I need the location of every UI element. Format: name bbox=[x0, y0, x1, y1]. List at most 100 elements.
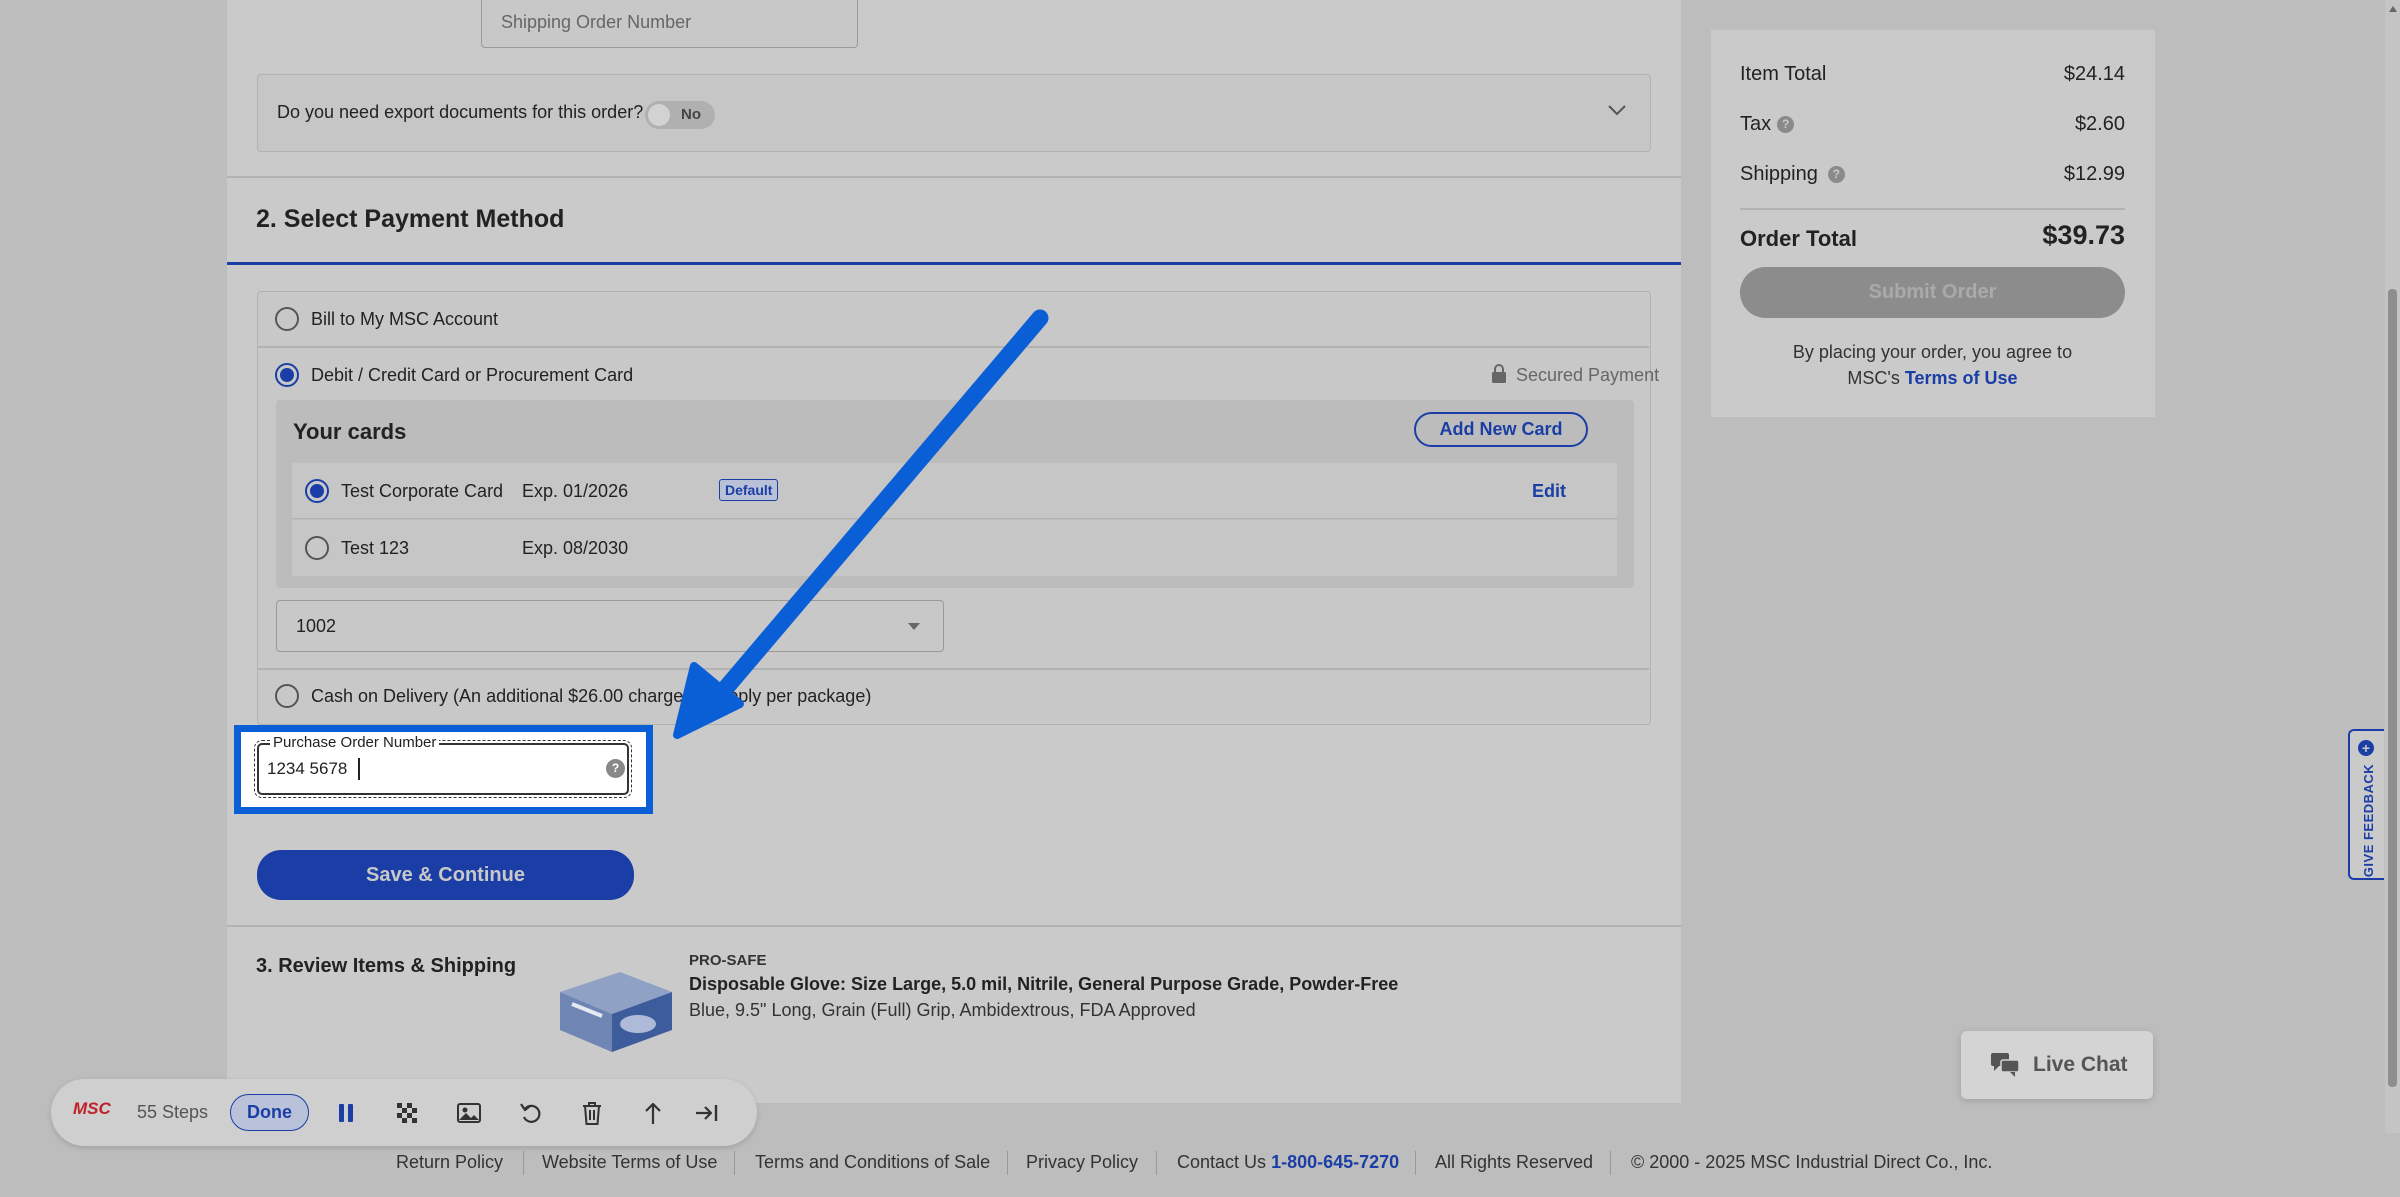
your-cards-title: Your cards bbox=[293, 419, 407, 444]
card-payment-label[interactable]: Debit / Credit Card or Procurement Card bbox=[311, 365, 633, 386]
help-icon[interactable]: ? bbox=[1827, 166, 1845, 184]
caret-down-icon bbox=[908, 623, 920, 630]
shipping-value: $12.99 bbox=[2063, 163, 2125, 185]
purchase-order-value: 1234 5678 bbox=[267, 759, 348, 778]
footer-copyright: © 2000 - 2025 MSC Industrial Direct Co.,… bbox=[1631, 1152, 1993, 1172]
scroll-up-arrow[interactable] bbox=[2389, 6, 2397, 12]
recorder-toolbar: MSC 55 Steps Done bbox=[51, 1079, 757, 1146]
default-badge: Default bbox=[719, 479, 779, 501]
footer-rights: All Rights Reserved bbox=[1435, 1152, 1594, 1172]
lock-icon bbox=[1492, 364, 1506, 383]
order-total-value: $39.73 bbox=[2042, 220, 2125, 250]
help-icon[interactable]: ? bbox=[606, 759, 625, 778]
footer-link-privacy[interactable]: Privacy Policy bbox=[1026, 1152, 1138, 1173]
export-documents-section: Do you need export documents for this or… bbox=[257, 74, 1651, 152]
add-new-card-button[interactable]: Add New Card bbox=[1414, 412, 1588, 447]
phone-link[interactable]: 1-800-645-7270 bbox=[1271, 1152, 1399, 1172]
agree-prefix: MSC's bbox=[1847, 368, 1905, 388]
footer-separator bbox=[1415, 1151, 1416, 1175]
chat-icon bbox=[1991, 1053, 2020, 1077]
bill-account-radio[interactable] bbox=[275, 307, 299, 331]
contact-label: Contact Us bbox=[1177, 1152, 1267, 1172]
terms-of-use-link[interactable]: Terms of Use bbox=[1905, 368, 2018, 388]
footer-link-return-policy[interactable]: Return Policy bbox=[396, 1152, 503, 1173]
submit-order-button[interactable]: Submit Order bbox=[1740, 267, 2125, 318]
glove-box-icon bbox=[560, 972, 672, 1052]
card-expiry: Exp. 01/2026 bbox=[522, 481, 629, 501]
product-image[interactable] bbox=[550, 964, 675, 1054]
done-button[interactable]: Done bbox=[230, 1094, 309, 1131]
payment-title-underline bbox=[227, 262, 1681, 265]
agree-line-2: MSC's Terms of Use bbox=[1740, 365, 2125, 391]
feedback-label: GIVE FEEDBACK bbox=[2361, 763, 2377, 878]
purchase-order-label: Purchase Order Number bbox=[270, 734, 440, 751]
card-name: Test 123 bbox=[341, 538, 410, 558]
card-expiry: Exp. 08/2030 bbox=[522, 538, 629, 558]
checkout-panel: Shipping Order Number Do you need export… bbox=[227, 0, 1681, 1103]
review-section-title: 3. Review Items & Shipping bbox=[256, 955, 517, 977]
footer-link-website-terms[interactable]: Website Terms of Use bbox=[542, 1152, 717, 1173]
item-total-row: Item Total $24.14 bbox=[1740, 63, 2125, 86]
submit-order-label: Submit Order bbox=[1868, 281, 1997, 303]
card-payment-radio[interactable] bbox=[275, 363, 299, 387]
card-row[interactable]: Test 123 Exp. 08/2030 bbox=[292, 520, 1617, 576]
cod-label[interactable]: Cash on Delivery (An additional $26.00 c… bbox=[311, 686, 871, 707]
shipping-order-number-placeholder: Shipping Order Number bbox=[501, 12, 692, 32]
footer-separator bbox=[1156, 1151, 1157, 1175]
card-selector-value: 1002 bbox=[296, 616, 337, 636]
footer-separator bbox=[523, 1151, 524, 1175]
feedback-plus-icon: + bbox=[2358, 740, 2374, 756]
bill-account-label[interactable]: Bill to My MSC Account bbox=[311, 309, 498, 330]
help-icon[interactable]: ? bbox=[1777, 116, 1795, 134]
trash-icon[interactable] bbox=[579, 1100, 605, 1126]
card-radio[interactable] bbox=[305, 479, 329, 503]
add-new-card-label: Add New Card bbox=[1439, 419, 1563, 439]
undo-icon[interactable] bbox=[518, 1100, 544, 1126]
done-label: Done bbox=[247, 1102, 292, 1122]
shipping-order-number-input[interactable]: Shipping Order Number bbox=[481, 0, 858, 48]
skip-icon[interactable] bbox=[694, 1100, 720, 1126]
toggle-knob bbox=[648, 104, 670, 126]
order-summary-panel: Item Total $24.14 Tax? $2.60 Shipping? $… bbox=[1711, 30, 2155, 417]
agree-line: By placing your order, you agree to bbox=[1792, 342, 2073, 362]
product-details: Blue, 9.5" Long, Grain (Full) Grip, Ambi… bbox=[689, 1000, 1196, 1020]
product-brand: PRO-SAFE bbox=[689, 952, 767, 969]
shipping-row: Shipping? $12.99 bbox=[1740, 163, 2125, 186]
summary-divider bbox=[1740, 208, 2125, 210]
edit-card-link[interactable]: Edit bbox=[1532, 481, 1566, 502]
product-title[interactable]: Disposable Glove: Size Large, 5.0 mil, N… bbox=[689, 974, 1398, 995]
purchase-order-number-input[interactable]: Purchase Order Number 1234 5678 ? bbox=[254, 734, 632, 798]
export-toggle[interactable]: No bbox=[645, 101, 715, 129]
footer-separator bbox=[734, 1151, 735, 1175]
give-feedback-tab[interactable]: + GIVE FEEDBACK bbox=[2348, 729, 2384, 880]
card-name: Test Corporate Card bbox=[341, 481, 504, 501]
card-selector-dropdown[interactable]: 1002 bbox=[276, 600, 944, 652]
card-row[interactable]: Test Corporate Card Exp. 01/2026 Default… bbox=[292, 463, 1617, 519]
steps-count: 55 Steps bbox=[137, 1102, 209, 1122]
section-divider bbox=[227, 925, 1681, 927]
text-cursor bbox=[358, 758, 360, 780]
export-toggle-label: No bbox=[681, 106, 701, 123]
export-question: Do you need export documents for this or… bbox=[277, 102, 644, 122]
option-divider bbox=[258, 346, 1649, 348]
footer-contact: Contact Us 1-800-645-7270 bbox=[1177, 1152, 1399, 1173]
live-chat-label: Live Chat bbox=[2033, 1053, 2128, 1076]
item-total-label: Item Total bbox=[1740, 63, 1827, 85]
cod-radio[interactable] bbox=[275, 684, 299, 708]
chevron-down-icon[interactable] bbox=[1607, 103, 1627, 117]
item-total-value: $24.14 bbox=[2063, 63, 2125, 85]
scrollbar-thumb[interactable] bbox=[2388, 289, 2397, 1087]
shipping-label: Shipping bbox=[1740, 163, 1818, 185]
pause-icon[interactable] bbox=[333, 1100, 359, 1126]
save-continue-button[interactable]: Save & Continue bbox=[257, 850, 634, 900]
live-chat-button[interactable]: Live Chat bbox=[1961, 1031, 2153, 1099]
footer-link-terms-sale[interactable]: Terms and Conditions of Sale bbox=[755, 1152, 990, 1173]
payment-methods-box: Bill to My MSC Account Debit / Credit Ca… bbox=[257, 291, 1659, 725]
agree-text: By placing your order, you agree to MSC'… bbox=[1740, 339, 2125, 391]
export-icon[interactable] bbox=[640, 1100, 666, 1126]
card-radio[interactable] bbox=[305, 536, 329, 560]
image-icon[interactable] bbox=[456, 1100, 482, 1126]
scrollbar-track[interactable] bbox=[2385, 0, 2400, 1133]
tax-value: $2.60 bbox=[2074, 113, 2125, 135]
blur-icon[interactable] bbox=[394, 1100, 420, 1126]
